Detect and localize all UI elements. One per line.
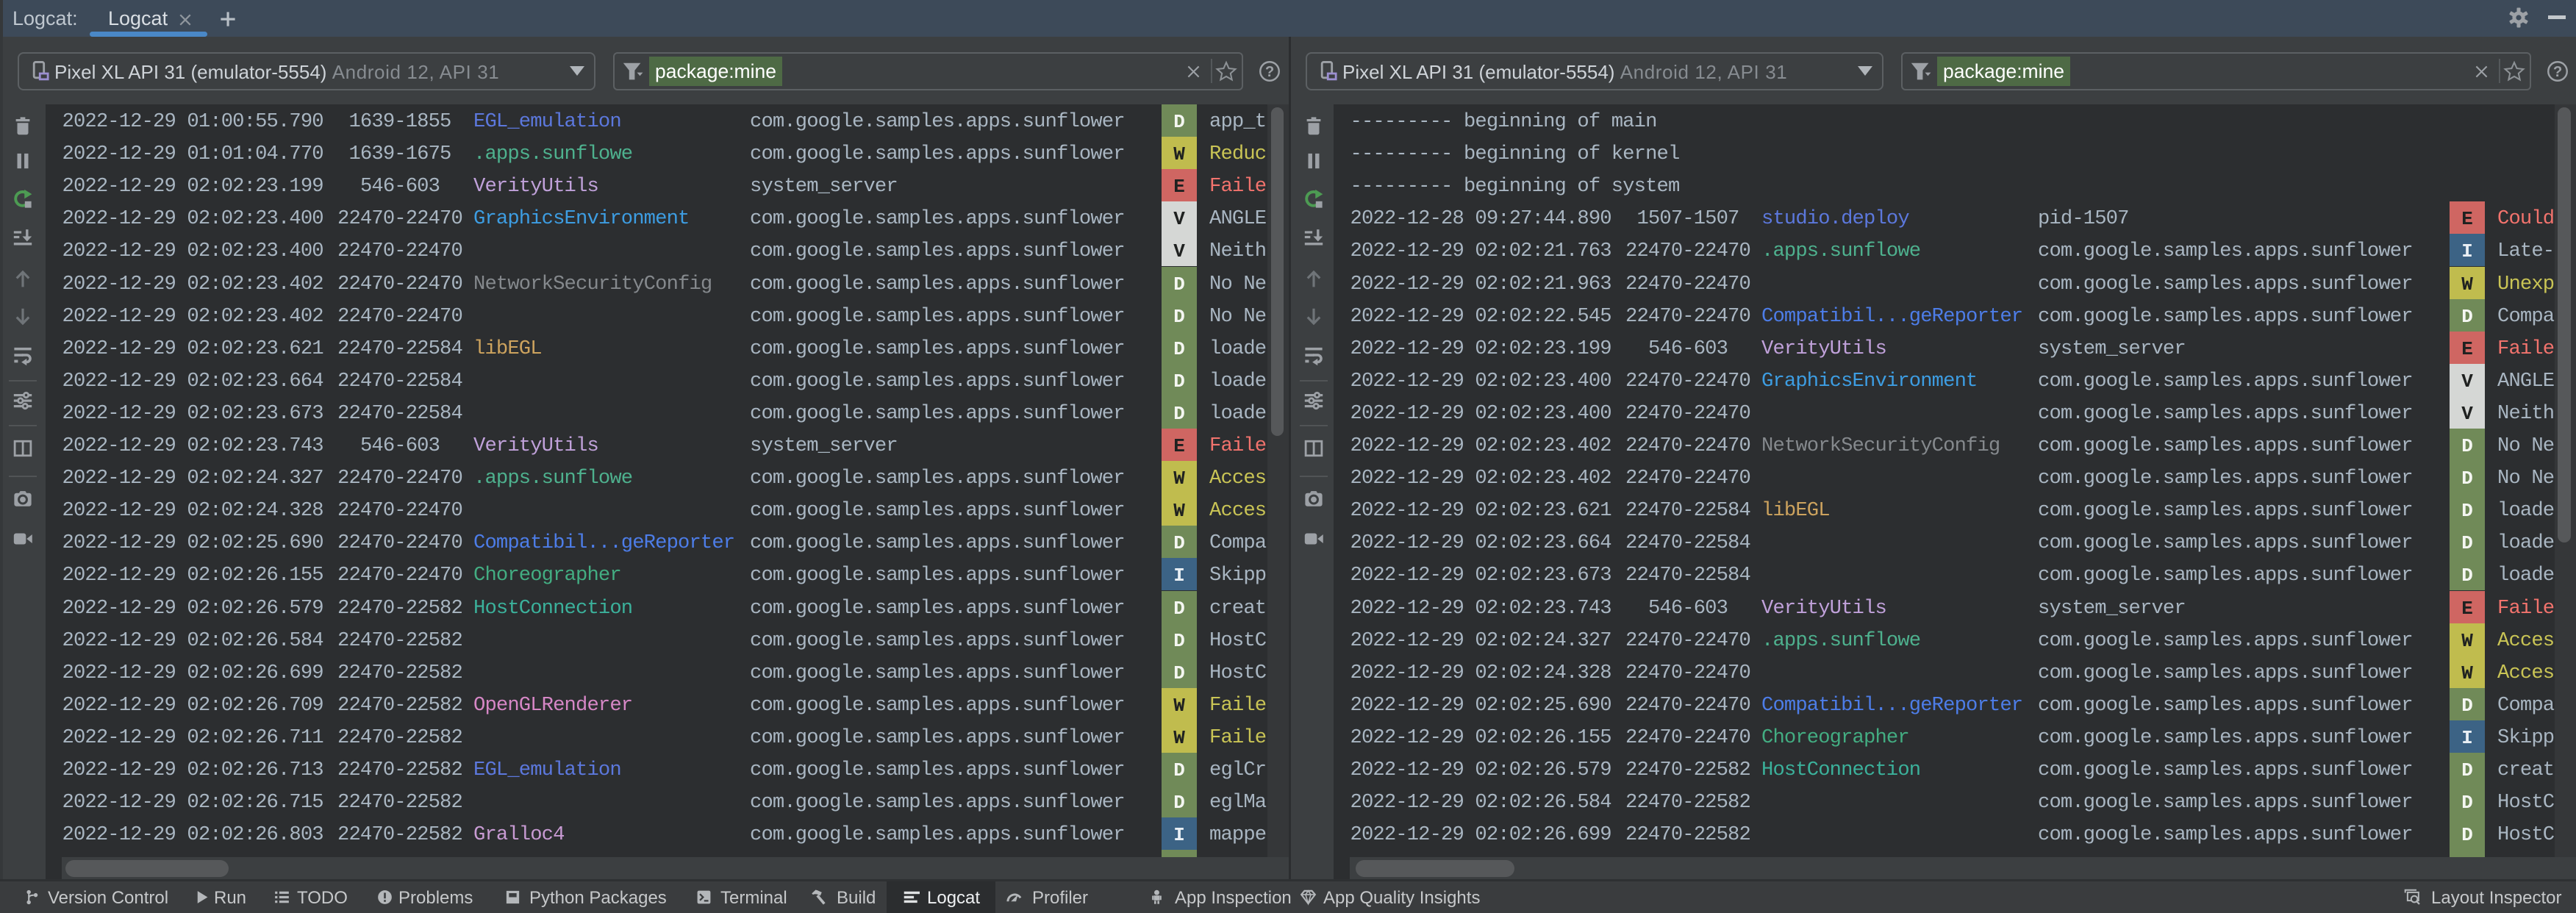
svg-text:?: ? [1265, 64, 1274, 80]
svg-text:?: ? [2553, 64, 2562, 80]
